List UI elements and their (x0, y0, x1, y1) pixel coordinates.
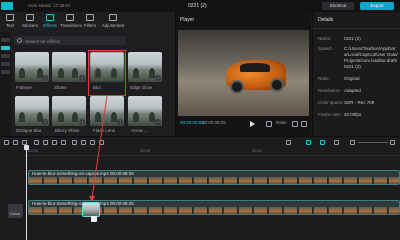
playhead[interactable] (26, 146, 27, 240)
drag-arrow (91, 95, 108, 199)
arrow-head-icon (89, 196, 95, 202)
annotation-overlay (89, 95, 108, 202)
